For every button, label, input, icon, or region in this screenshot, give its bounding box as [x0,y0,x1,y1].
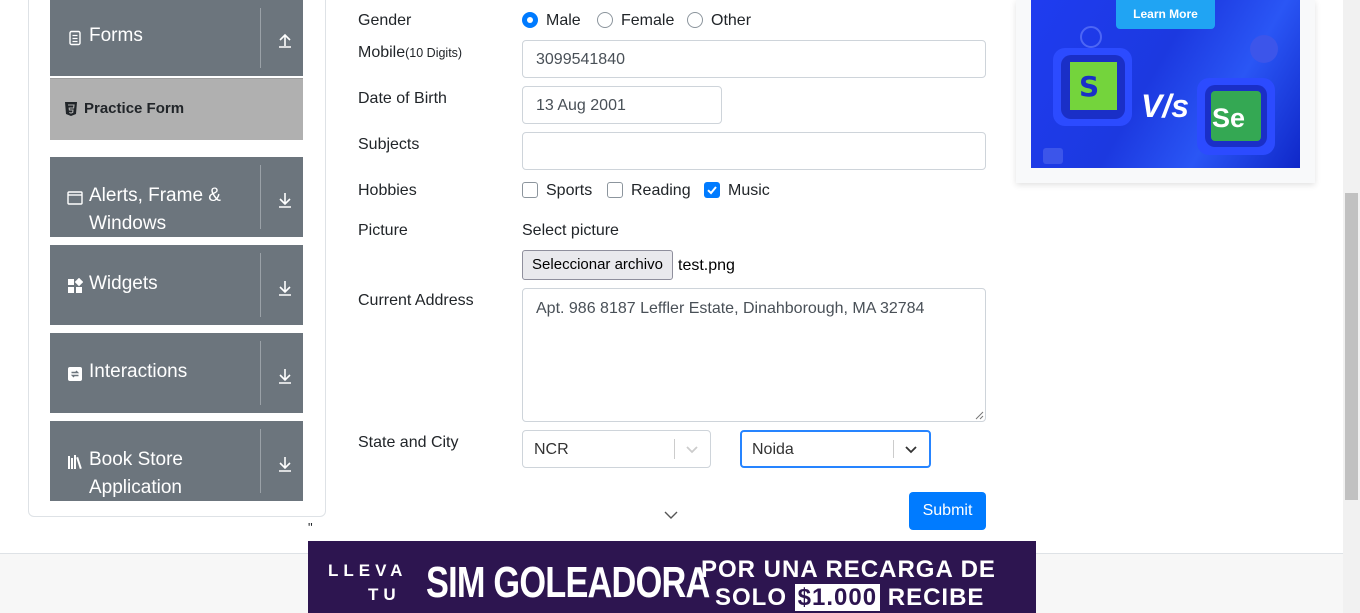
hobby-option-label[interactable]: Sports [546,182,592,200]
banner-offer-pre: SOLO [715,584,795,611]
banner-headline: SIM GOLEADORA [426,558,710,607]
city-select[interactable]: Noida [740,430,931,468]
current-address-textarea[interactable]: Apt. 986 8187 Leffler Estate, Dinahborou… [522,288,986,422]
divider [260,341,261,405]
gender-option-label[interactable]: Other [711,12,751,30]
address-label: Current Address [358,292,474,309]
divider [260,429,261,493]
scrollbar-thumb[interactable] [1345,193,1358,500]
mobile-label-text: Mobile [358,44,406,61]
hobbies-label: Hobbies [358,182,417,199]
sidebar-item-label: Practice Form [84,100,185,117]
window-icon [67,191,83,205]
hobby-option-label[interactable]: Music [728,182,770,200]
chevron-down-icon[interactable] [276,455,294,473]
gender-female-radio[interactable] [597,12,613,28]
select-separator [674,439,675,459]
bottom-ad-banner[interactable]: LLEVA TU SIM GOLEADORA POR UNA RECARGA D… [308,541,1036,613]
sidebar-group-interactions[interactable]: Interactions [50,333,303,413]
banner-offer-post: RECIBE [880,584,985,611]
dropdown-chevron-icon[interactable] [685,442,699,456]
sidebar-item-practice-form[interactable]: Practice Form [50,78,303,140]
books-icon [68,455,82,470]
banner-text-lleva: LLEVA [328,561,408,580]
subjects-input[interactable] [522,132,986,170]
gender-other-radio[interactable] [687,12,703,28]
divider [260,165,261,229]
state-city-label: State and City [358,434,459,451]
divider [260,8,261,68]
resize-handle-icon[interactable] [975,411,984,420]
dropdown-chevron-icon[interactable] [904,442,918,456]
selected-file-name: test.png [678,257,735,274]
sidebar-group-label: Forms [89,25,143,46]
sidebar-group-label: Interactions [89,361,188,382]
banner-text-tu: TU [368,585,401,604]
banner-offer-line1: POR UNA RECARGA DE [701,556,996,583]
sidebar-group-label: Widgets [89,273,158,294]
hobby-music-checkbox[interactable] [704,182,720,198]
dob-label: Date of Birth [358,90,447,107]
learn-more-button[interactable]: Learn More [1116,0,1215,29]
chevron-up-icon[interactable] [276,31,294,49]
banner-offer-price: $1.000 [794,584,881,611]
gender-label: Gender [358,12,412,29]
state-value: NCR [534,441,569,458]
state-select[interactable]: NCR [522,430,711,468]
select-picture-text: Select picture [522,222,619,239]
hobby-option-label[interactable]: Reading [631,182,691,200]
picture-label: Picture [358,222,408,239]
scroll-down-icon[interactable] [663,509,679,521]
ad-right-logo: Se [1212,103,1246,133]
sidebar-group-label: Alerts, Frame & Windows [89,185,221,234]
mobile-digits-note: (10 Digits) [405,46,463,60]
ad-left-logo: S [1079,70,1100,103]
submit-button[interactable]: Submit [909,492,986,530]
choose-file-button[interactable]: Seleccionar archivo [522,250,673,280]
banner-offer-line2: SOLO $1.000 RECIBE [715,584,984,612]
checkmark-icon [707,186,717,195]
gender-male-radio[interactable] [522,12,538,28]
mobile-input[interactable]: 3099541840 [522,40,986,78]
interactions-icon [68,367,82,381]
gender-option-label[interactable]: Male [546,12,581,30]
sidebar-group-bookstore[interactable]: Book Store Application [50,421,303,501]
sidebar-group-forms[interactable]: Forms [50,0,303,76]
html5-icon [65,102,77,116]
subjects-label: Subjects [358,136,420,153]
ad-vs-text: V/s [1141,88,1190,124]
hobby-reading-checkbox[interactable] [607,182,623,198]
hobby-sports-checkbox[interactable] [522,182,538,198]
chevron-down-icon[interactable] [276,367,294,385]
dob-input[interactable]: 13 Aug 2001 [522,86,722,124]
stray-quote-text: " [308,520,313,535]
chevron-down-icon[interactable] [276,191,294,209]
divider [260,253,261,317]
gender-option-label[interactable]: Female [621,12,674,30]
sidebar-group-label: Book Store Application [89,449,183,498]
form-icon [69,30,81,46]
widgets-icon [68,278,83,293]
sidebar-group-alerts[interactable]: Alerts, Frame & Windows [50,157,303,237]
sidebar-group-widgets[interactable]: Widgets [50,245,303,325]
mobile-label: Mobile(10 Digits) [358,44,462,62]
city-value: Noida [752,441,794,458]
select-separator [893,440,894,458]
chevron-down-icon[interactable] [276,279,294,297]
